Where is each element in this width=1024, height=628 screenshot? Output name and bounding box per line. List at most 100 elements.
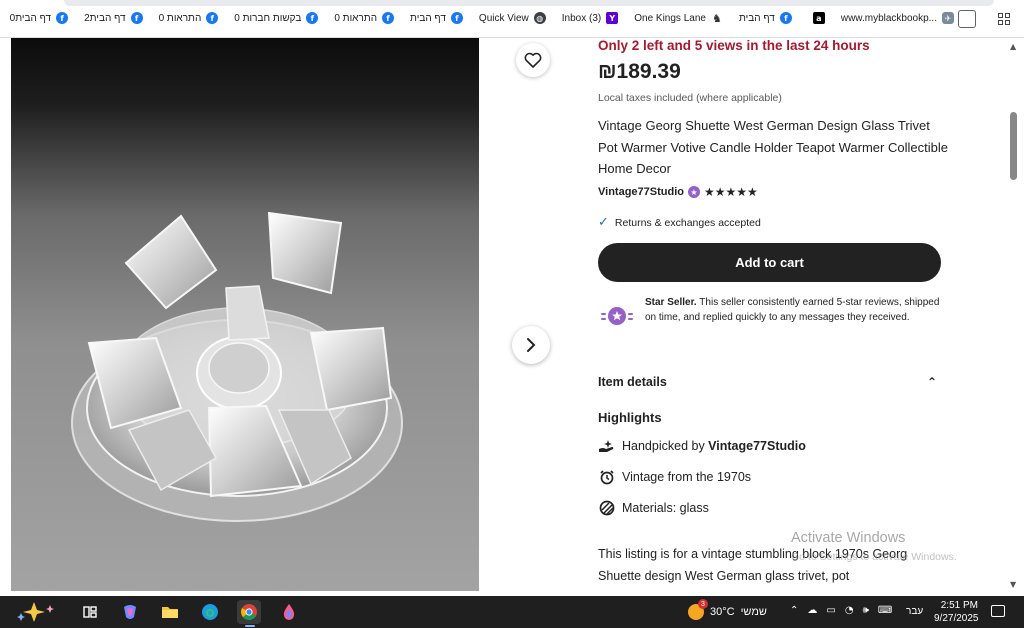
- bookmark-item[interactable]: Quick View ◍: [479, 12, 546, 24]
- task-view-icon[interactable]: [78, 600, 102, 624]
- rating-stars[interactable]: ★★★★★: [704, 185, 758, 199]
- chevron-up-icon: ⌃: [926, 375, 937, 389]
- elephant-icon: ♞: [712, 11, 722, 25]
- bird-icon: ✈: [942, 12, 954, 24]
- highlight-handpicked: Handpicked by Vintage77Studio: [598, 437, 806, 454]
- clock[interactable]: 2:51 PM 9/27/2025: [934, 599, 979, 625]
- glass-trivet-illustration: [71, 211, 403, 522]
- facebook-icon: f: [206, 12, 219, 24]
- highlights-heading: Highlights: [598, 410, 662, 425]
- star-seller-badge-icon: ★: [687, 186, 700, 198]
- weather-widget[interactable]: 3 30°C שמשי: [688, 599, 767, 620]
- copilot-app-icon[interactable]: [118, 600, 142, 624]
- clock-date: 9/27/2025: [934, 613, 979, 624]
- weather-badge: 3: [698, 599, 708, 609]
- facebook-icon: f: [450, 12, 463, 24]
- notification-center-icon[interactable]: [991, 605, 1005, 617]
- scroll-down-icon[interactable]: ▼: [1010, 580, 1016, 589]
- facebook-icon: f: [130, 12, 143, 24]
- temperature: 30°C: [710, 606, 735, 618]
- copilot-sparkle-icon[interactable]: [12, 599, 62, 625]
- bookmark-label: 0 התראות: [334, 12, 378, 24]
- star-seller-text: Star Seller. This seller consistently ea…: [645, 296, 945, 325]
- product-price: ₪189.39: [598, 60, 681, 83]
- bookmark-label: דף הבית: [410, 12, 446, 24]
- wifi-icon[interactable]: ◔: [845, 605, 854, 616]
- bookmark-label: Inbox (3): [561, 12, 602, 24]
- highlight-vintage: Vintage from the 1970s: [598, 468, 751, 485]
- activate-windows-title: Activate Windows: [791, 530, 906, 546]
- star-seller-label: Star Seller.: [645, 297, 697, 308]
- handpicked-shop-link[interactable]: Vintage77Studio: [708, 439, 806, 453]
- bookmark-label: One Kings Lane: [634, 12, 706, 24]
- keyboard-icon[interactable]: ⌨: [878, 605, 892, 616]
- bookmarks-bar: www.myblackbookp... ✈ a דף הבית f One Kings L…: [0, 0, 1024, 38]
- facebook-icon: f: [382, 12, 395, 24]
- scrollbar-thumb[interactable]: [1010, 112, 1017, 180]
- page-scrollbar[interactable]: ▲ ▼: [1006, 38, 1024, 591]
- highlight-materials: Materials: glass: [598, 499, 709, 516]
- facebook-icon: f: [779, 12, 792, 24]
- weather-condition: שמשי: [740, 606, 767, 618]
- yahoo-icon: Y: [606, 12, 619, 24]
- bookmark-item[interactable]: Inbox (3) Y: [561, 12, 619, 24]
- seller-link[interactable]: Vintage77Studio: [598, 186, 684, 198]
- vintage-label: Vintage from the 1970s: [622, 469, 752, 484]
- next-image-button[interactable]: [512, 326, 550, 364]
- bookmark-item[interactable]: One Kings Lane ♞: [634, 11, 723, 25]
- seller-row: Vintage77Studio ★ ★★★★★: [598, 185, 758, 199]
- windows-taskbar: 3 30°C שמשי ⌃ ☁ ▭ ◔ 🕪 ⌨ עבר 2:51 PM 9/27…: [0, 596, 1024, 628]
- bookmark-item[interactable]: 0 התראות f: [159, 12, 219, 24]
- bookmark-label: דף הבית0: [9, 12, 52, 24]
- returns-label: Returns & exchanges accepted: [614, 216, 761, 229]
- bookmark-item[interactable]: 0 התראות f: [334, 12, 395, 24]
- battery-icon[interactable]: ▭: [826, 605, 835, 616]
- materials-icon: [598, 499, 615, 516]
- returns-policy: ✓ Returns & exchanges accepted: [598, 215, 761, 230]
- heart-icon: [524, 52, 542, 68]
- speaker-icon[interactable]: 🕪: [863, 605, 869, 616]
- bookmark-item[interactable]: דף הבית f: [410, 12, 463, 24]
- chrome-browser-icon[interactable]: [237, 600, 261, 627]
- bookmark-item[interactable]: a: [808, 12, 825, 24]
- alarm-clock-icon: [598, 468, 615, 485]
- facebook-icon: f: [306, 12, 319, 24]
- add-to-cart-button[interactable]: Add to cart: [598, 243, 941, 282]
- file-explorer-icon[interactable]: [158, 600, 182, 624]
- favorite-button[interactable]: [516, 43, 550, 77]
- bookmark-label: דף הבית2: [84, 12, 126, 24]
- bookmark-label: 0 בקשות חברות: [234, 12, 302, 24]
- product-image[interactable]: [11, 38, 479, 591]
- item-details-heading: Item details: [598, 375, 667, 389]
- sun-icon: 3: [688, 599, 708, 620]
- bookmark-list: www.myblackbookp... ✈ a דף הבית f One Kings L…: [0, 11, 954, 25]
- bookmark-label: 0 התראות: [158, 12, 202, 24]
- chevron-up-tray-icon[interactable]: ⌃: [790, 605, 798, 616]
- address-bar-edge: [64, 0, 994, 6]
- bookmark-item[interactable]: דף הבית f: [739, 12, 792, 24]
- amazon-icon: a: [812, 12, 825, 24]
- handpicked-prefix: Handpicked by: [622, 438, 709, 453]
- edge-browser-icon[interactable]: [198, 600, 222, 624]
- bookmark-item[interactable]: דף הבית0 f: [9, 12, 69, 24]
- clock-time: 2:51 PM: [940, 600, 978, 611]
- drop-app-icon[interactable]: [277, 600, 301, 624]
- hand-sparkle-icon: [598, 437, 615, 454]
- checkmark-icon: ✓: [598, 215, 609, 230]
- taxes-note: Local taxes included (where applicable): [598, 92, 782, 104]
- apps-grid-icon[interactable]: [998, 13, 1010, 25]
- browser-window: www.myblackbookp... ✈ a דף הבית f One Kings L…: [0, 0, 1024, 628]
- bookmark-item[interactable]: www.myblackbookp... ✈: [841, 12, 954, 24]
- materials-label: Materials: glass: [622, 500, 709, 515]
- bookmark-item[interactable]: 0 בקשות חברות f: [234, 12, 319, 24]
- reading-list-icon[interactable]: [958, 10, 976, 28]
- bookmark-label: www.myblackbookp...: [840, 12, 937, 24]
- input-language[interactable]: עבר: [906, 606, 923, 617]
- item-details-toggle[interactable]: Item details ⌃: [598, 375, 941, 389]
- scroll-up-icon[interactable]: ▲: [1010, 42, 1016, 51]
- bookmark-item[interactable]: דף הבית2 f: [84, 12, 143, 24]
- cloud-icon[interactable]: ☁: [807, 605, 817, 616]
- product-title: Vintage Georg Shuette West German Design…: [598, 118, 948, 176]
- activate-windows-subtitle: Go to Settings to activate Windows.: [791, 551, 957, 563]
- bookmark-label: דף הבית: [738, 12, 775, 24]
